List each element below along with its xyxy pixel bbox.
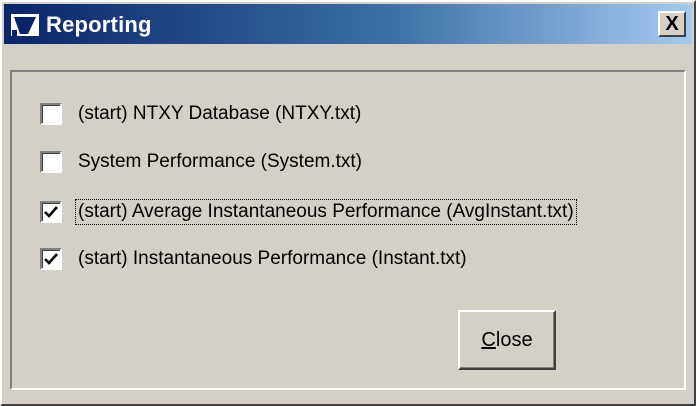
close-window-button[interactable]: X	[658, 11, 686, 37]
option-instantaneous-performance[interactable]: (start) Instantaneous Performance (Insta…	[40, 245, 469, 273]
option-label: System Performance (System.txt)	[78, 151, 363, 172]
reporting-app-icon	[11, 14, 39, 36]
option-system-performance[interactable]: System Performance (System.txt)	[40, 148, 364, 176]
checkbox[interactable]	[40, 103, 62, 125]
checkbox[interactable]	[40, 201, 62, 223]
checkbox[interactable]	[40, 151, 62, 173]
checkbox[interactable]	[40, 248, 62, 270]
window-title: Reporting	[46, 12, 152, 37]
close-button-label: lose	[495, 328, 533, 351]
option-label: (start) NTXY Database (NTXY.txt)	[78, 103, 362, 124]
checkmark-icon	[44, 206, 58, 218]
option-avg-instantaneous-performance[interactable]: (start) Average Instantaneous Performanc…	[40, 198, 577, 226]
option-label: (start) Average Instantaneous Performanc…	[75, 199, 577, 225]
close-button-mnemonic: C	[481, 328, 496, 351]
option-label: (start) Instantaneous Performance (Insta…	[78, 248, 467, 269]
option-ntxy-database[interactable]: (start) NTXY Database (NTXY.txt)	[40, 100, 363, 128]
close-button[interactable]: Close	[458, 310, 556, 370]
checkmark-icon	[44, 253, 58, 265]
title-bar[interactable]: Reporting X	[4, 4, 692, 44]
reporting-dialog: Reporting X (start) NTXY Database (NTXY.…	[0, 0, 696, 406]
close-icon: X	[665, 13, 679, 35]
